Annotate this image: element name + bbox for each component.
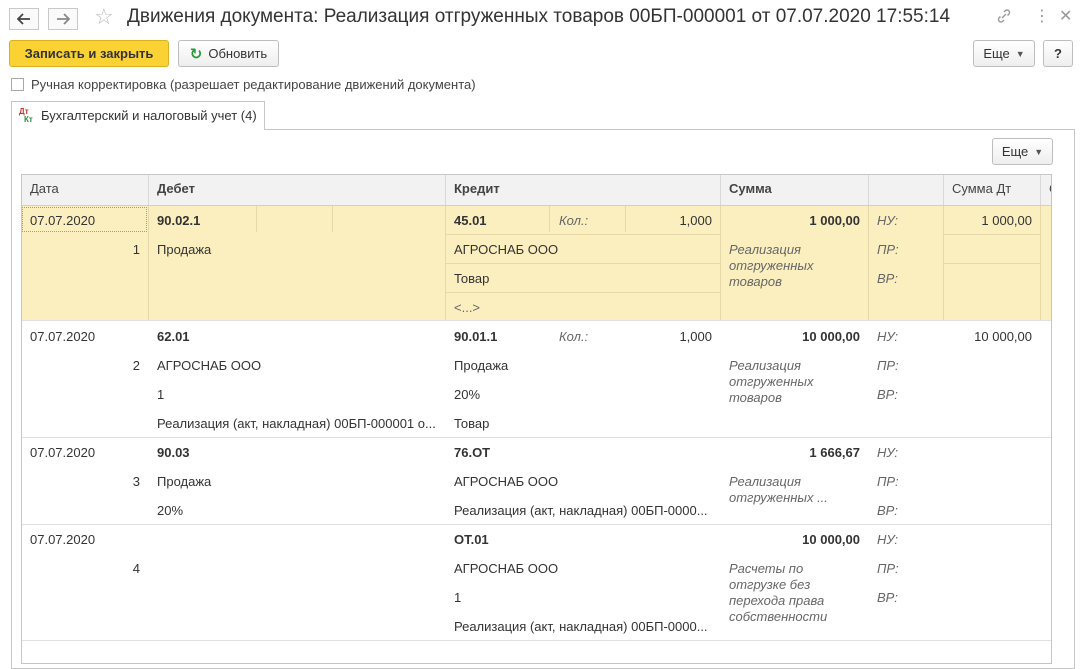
dt-kt-icon: Дт Кт — [19, 107, 33, 124]
credit-account: ОТ.01 — [454, 532, 489, 547]
row-number: 4 — [132, 561, 140, 576]
row-number: 2 — [132, 358, 140, 373]
more-label: Еще — [983, 46, 1010, 61]
sum-value: 10 000,00 — [802, 532, 860, 547]
row-number: 1 — [132, 242, 140, 257]
table-more-button[interactable]: Еще ▼ — [992, 138, 1053, 165]
col-sum-dt[interactable]: Сумма Дт — [944, 175, 1041, 205]
sum-dt-value: 1 000,00 — [981, 213, 1032, 228]
col-sum[interactable]: Сумма — [721, 175, 869, 205]
posting-content: Расчеты по отгрузке без перехода права с… — [729, 561, 828, 624]
tag-vr: ВР: — [877, 503, 898, 518]
back-button[interactable] — [9, 8, 39, 30]
tab-label: Бухгалтерский и налоговый учет (4) — [41, 108, 257, 123]
more-vertical-icon[interactable]: ⋮ — [1034, 8, 1050, 26]
row-date: 07.07.2020 — [30, 445, 96, 460]
credit-subconto-2: Реализация (акт, накладная) 00БП-0000... — [454, 503, 708, 518]
posting-content: Реализация отгруженных товаров — [729, 242, 814, 289]
credit-subconto-2: Товар — [454, 271, 490, 286]
tag-vr: ВР: — [877, 271, 898, 286]
tag-pr: ПР: — [877, 358, 899, 373]
credit-subconto-3: Товар — [454, 416, 490, 431]
table-header: Дата Дебет Кредит Сумма Сумма Дт С — [22, 175, 1051, 206]
row-date: 07.07.2020 — [30, 213, 96, 228]
table-row[interactable]: 07.07.2020 3 90.03 Продажа 20% 76.ОТ АГР… — [22, 438, 1051, 525]
link-icon[interactable] — [996, 8, 1012, 29]
manual-correction-checkbox[interactable] — [11, 78, 24, 91]
refresh-label: Обновить — [208, 46, 268, 61]
help-button[interactable]: ? — [1043, 40, 1073, 67]
debit-subconto-1: АГРОСНАБ ООО — [157, 358, 262, 373]
movements-table[interactable]: Дата Дебет Кредит Сумма Сумма Дт С 07.07… — [21, 174, 1052, 664]
credit-account: 45.01 — [454, 213, 487, 228]
tag-nu: НУ: — [877, 213, 899, 228]
arrow-right-icon — [57, 13, 70, 25]
posting-content: Реализация отгруженных ... — [729, 474, 828, 505]
credit-subconto-3: Реализация (акт, накладная) 00БП-0000... — [454, 619, 708, 634]
credit-subconto-1: АГРОСНАБ ООО — [454, 242, 559, 257]
table-row[interactable]: 07.07.2020 1 90.02.1 Продажа 45.01 Кол.:… — [22, 206, 1051, 321]
tag-nu: НУ: — [877, 329, 899, 344]
page-title: Движения документа: Реализация отгруженн… — [127, 6, 951, 27]
refresh-icon: ↻ — [189, 45, 203, 63]
forward-button[interactable] — [48, 8, 78, 30]
credit-subconto-1: АГРОСНАБ ООО — [454, 474, 559, 489]
tab-accounting[interactable]: Дт Кт Бухгалтерский и налоговый учет (4) — [11, 101, 265, 130]
sum-value: 1 666,67 — [809, 445, 860, 460]
tag-nu: НУ: — [877, 532, 899, 547]
debit-account: 90.02.1 — [157, 213, 201, 228]
credit-account: 90.01.1 — [454, 329, 498, 344]
table-row[interactable]: 07.07.2020 4 ОТ.01 АГРОСНАБ ООО 1 Реализ… — [22, 525, 1051, 641]
col-date[interactable]: Дата — [22, 175, 149, 205]
sum-value: 10 000,00 — [802, 329, 860, 344]
col-tags[interactable] — [869, 175, 944, 205]
refresh-button[interactable]: ↻ Обновить — [178, 40, 279, 67]
sum-dt-value: 10 000,00 — [974, 329, 1032, 344]
tag-pr: ПР: — [877, 242, 899, 257]
col-credit[interactable]: Кредит — [446, 175, 721, 205]
chevron-down-icon: ▼ — [1015, 48, 1025, 59]
save-close-button[interactable]: Записать и закрыть — [9, 40, 169, 67]
close-icon[interactable]: ✕ — [1059, 8, 1072, 26]
col-debit[interactable]: Дебет — [149, 175, 446, 205]
star-icon[interactable]: ☆ — [94, 6, 114, 28]
tag-nu: НУ: — [877, 445, 899, 460]
credit-subconto-1: Продажа — [454, 358, 509, 373]
sum-value: 1 000,00 — [809, 213, 860, 228]
manual-correction-label: Ручная корректировка (разрешает редактир… — [31, 77, 476, 92]
qty-label: Кол.: — [559, 213, 589, 228]
credit-subconto-3: <...> — [454, 300, 481, 315]
tag-vr: ВР: — [877, 590, 898, 605]
debit-subconto-1: Продажа — [157, 242, 212, 257]
credit-account: 76.ОТ — [454, 445, 491, 460]
tag-vr: ВР: — [877, 387, 898, 402]
credit-subconto-2: 1 — [454, 590, 462, 605]
col-next[interactable]: С — [1041, 175, 1051, 205]
debit-subconto-2: 20% — [157, 503, 184, 518]
arrow-left-icon — [17, 13, 30, 25]
debit-subconto-2: 1 — [157, 387, 165, 402]
debit-subconto-3: Реализация (акт, накладная) 00БП-000001 … — [157, 416, 436, 431]
debit-account: 62.01 — [157, 329, 190, 344]
tag-pr: ПР: — [877, 561, 899, 576]
credit-subconto-1: АГРОСНАБ ООО — [454, 561, 559, 576]
credit-subconto-2: 20% — [454, 387, 481, 402]
posting-content: Реализация отгруженных товаров — [729, 358, 814, 405]
qty-value: 1,000 — [679, 329, 712, 344]
debit-account: 90.03 — [157, 445, 190, 460]
row-date: 07.07.2020 — [30, 329, 96, 344]
chevron-down-icon: ▼ — [1034, 146, 1044, 157]
row-date: 07.07.2020 — [30, 532, 96, 547]
row-number: 3 — [132, 474, 140, 489]
tag-pr: ПР: — [877, 474, 899, 489]
table-row[interactable]: 07.07.2020 2 62.01 АГРОСНАБ ООО 1 Реализ… — [22, 321, 1051, 438]
debit-subconto-1: Продажа — [157, 474, 212, 489]
more-button[interactable]: Еще ▼ — [973, 40, 1035, 67]
table-more-label: Еще — [1001, 144, 1029, 159]
qty-value: 1,000 — [679, 213, 712, 228]
qty-label: Кол.: — [559, 329, 589, 344]
